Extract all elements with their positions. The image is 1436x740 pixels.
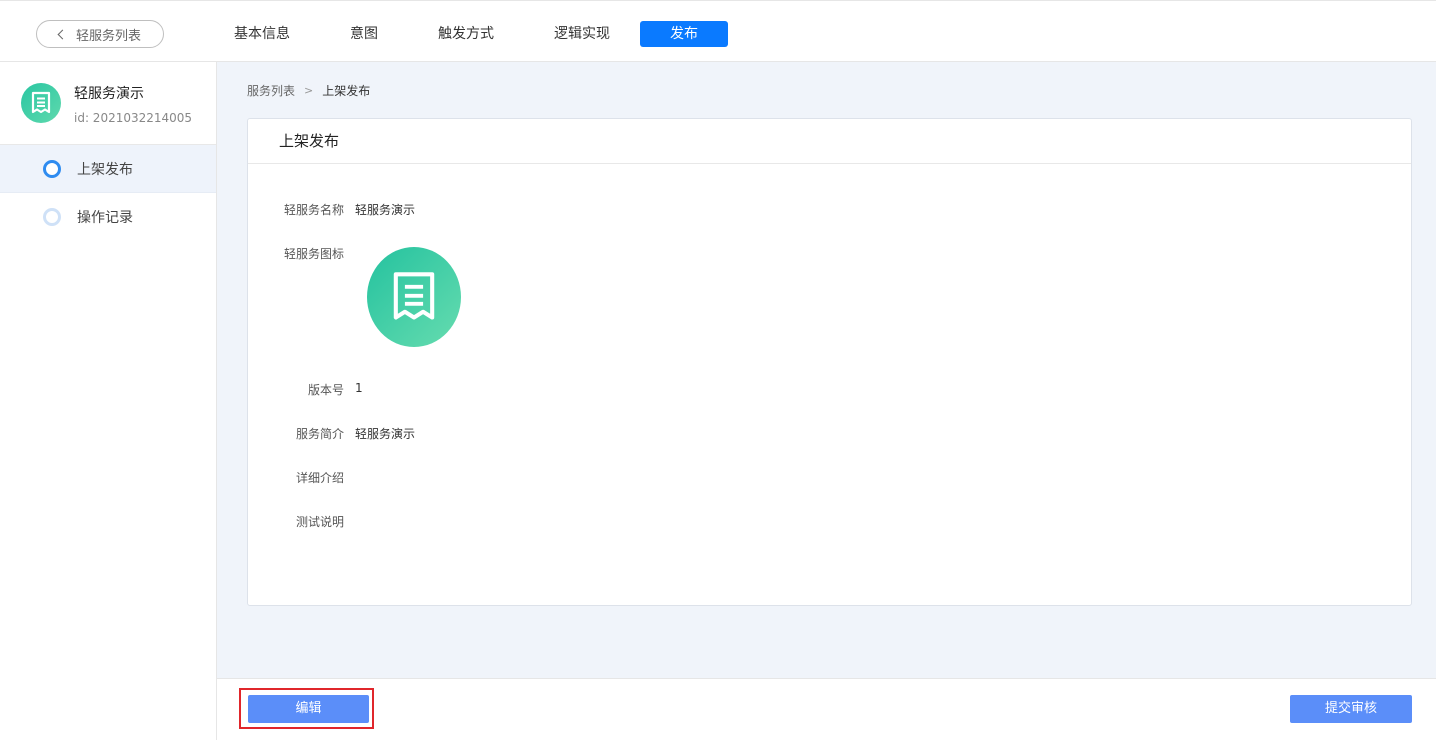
sidebar-item-label: 上架发布 (77, 161, 133, 178)
submit-review-button[interactable]: 提交审核 (1290, 695, 1412, 723)
sidebar-item-operation-log[interactable]: 操作记录 (0, 193, 216, 241)
test-notes-label: 测试说明 (295, 515, 344, 529)
step-active-circle-icon (43, 159, 61, 178)
back-to-service-list-button[interactable]: 轻服务列表 (36, 20, 164, 48)
card-title: 上架发布 (248, 119, 1411, 164)
footer-action-bar: 编辑 提交审核 (217, 678, 1436, 740)
breadcrumb: 服务列表 > 上架发布 (247, 82, 370, 99)
sidebar-item-publish[interactable]: 上架发布 (0, 145, 216, 193)
breadcrumb-service-list-link[interactable]: 服务列表 (247, 82, 295, 99)
back-button-label: 轻服务列表 (75, 28, 141, 44)
tab-logic[interactable]: 逻辑实现 (542, 21, 622, 47)
service-icon-preview (367, 247, 461, 347)
app-summary-card: 轻服务演示 id: 2021032214005 (0, 62, 216, 145)
summary-label: 服务简介 (295, 427, 344, 441)
main-content: 服务列表 > 上架发布 上架发布 轻服务名称 轻服务演示 轻服务图标 版本号 1… (217, 62, 1436, 678)
tab-intent[interactable]: 意图 (332, 21, 396, 47)
step-inactive-circle-icon (43, 208, 61, 226)
service-icon-label: 轻服务图标 (283, 247, 344, 261)
service-app-icon (21, 83, 61, 123)
breadcrumb-current: 上架发布 (322, 84, 371, 98)
service-name-value: 轻服务演示 (355, 203, 416, 217)
chevron-left-icon (57, 29, 68, 39)
receipt-icon (393, 272, 435, 320)
sidebar: 轻服务演示 id: 2021032214005 上架发布 操作记录 (0, 62, 217, 740)
receipt-icon (31, 91, 51, 114)
edit-button[interactable]: 编辑 (248, 695, 369, 723)
publish-card: 上架发布 轻服务名称 轻服务演示 轻服务图标 版本号 1 服务简介 轻服务演示 … (247, 118, 1412, 606)
service-name-label: 轻服务名称 (283, 203, 344, 217)
app-name: 轻服务演示 (74, 86, 144, 102)
version-label: 版本号 (307, 383, 344, 397)
breadcrumb-separator: > (304, 84, 314, 97)
tab-basic-info[interactable]: 基本信息 (222, 21, 302, 47)
tab-trigger[interactable]: 触发方式 (426, 21, 506, 47)
detail-label: 详细介绍 (295, 471, 344, 485)
app-id: id: 2021032214005 (74, 111, 193, 125)
sidebar-item-label: 操作记录 (77, 210, 133, 226)
version-value: 1 (355, 381, 363, 395)
top-bar: 轻服务列表 基本信息 意图 触发方式 逻辑实现 发布 (0, 0, 1436, 62)
summary-value: 轻服务演示 (355, 427, 416, 441)
tab-publish[interactable]: 发布 (640, 21, 728, 47)
